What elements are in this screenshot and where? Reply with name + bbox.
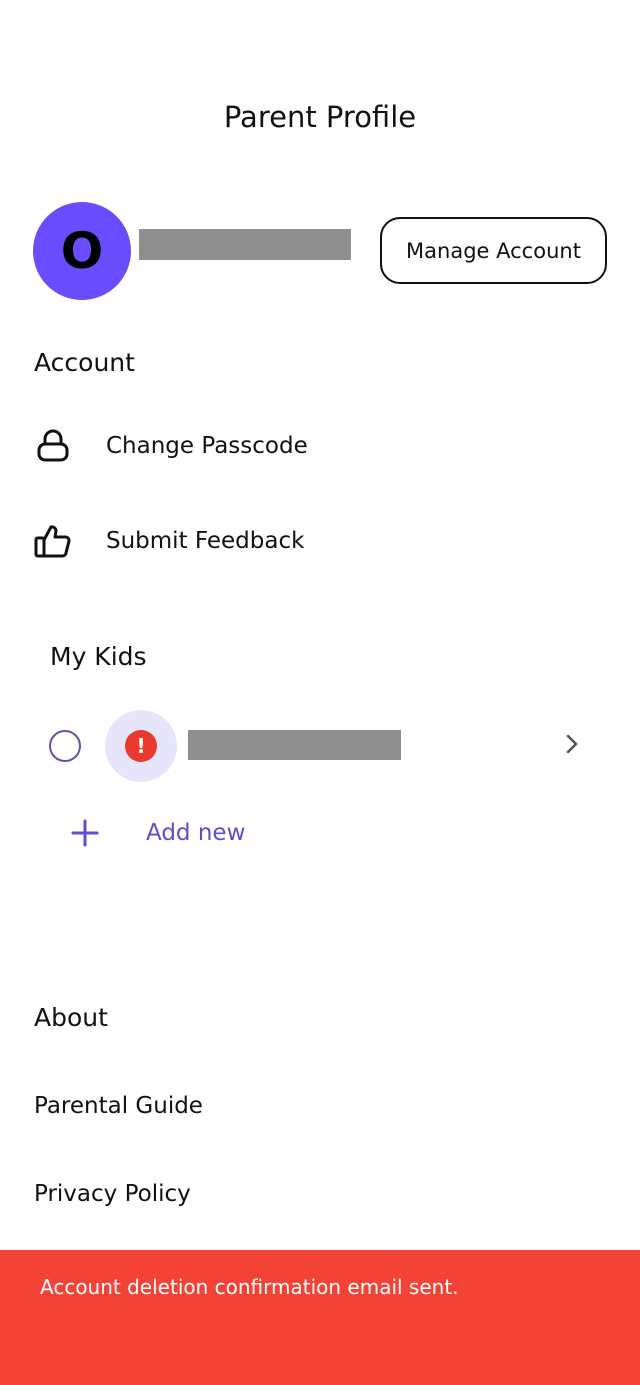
change-passcode-label: Change Passcode [106, 433, 308, 459]
alert-icon: ! [125, 730, 157, 762]
section-heading-account: Account [34, 348, 135, 377]
privacy-policy-link[interactable]: Privacy Policy [34, 1181, 191, 1207]
avatar: O [33, 202, 131, 300]
section-heading-about: About [34, 1003, 108, 1032]
avatar-initial: O [60, 222, 104, 280]
manage-account-button[interactable]: Manage Account [380, 217, 607, 284]
toast-notification: Account deletion confirmation email sent… [0, 1250, 640, 1385]
add-new-kid-button[interactable]: Add new [0, 806, 640, 862]
kid-avatar: ! [105, 710, 177, 782]
kid-list-item[interactable]: ! [0, 708, 640, 783]
lock-icon [37, 429, 69, 462]
add-new-label: Add new [146, 820, 246, 846]
parent-profile-screen: Parent Profile O Manage Account Account … [0, 0, 640, 1385]
submit-feedback-label: Submit Feedback [106, 528, 305, 554]
redacted-user-name [139, 229, 351, 260]
toast-message: Account deletion confirmation email sent… [40, 1275, 459, 1299]
redacted-kid-name [188, 730, 401, 760]
thumbs-up-icon [34, 525, 71, 558]
parental-guide-link[interactable]: Parental Guide [34, 1093, 203, 1119]
plus-icon [71, 819, 99, 847]
submit-feedback-row[interactable]: Submit Feedback [0, 511, 640, 571]
section-heading-my-kids: My Kids [50, 642, 147, 671]
chevron-right-icon[interactable] [560, 732, 584, 756]
kid-select-radio[interactable] [49, 730, 81, 762]
manage-account-label: Manage Account [406, 238, 581, 263]
change-passcode-row[interactable]: Change Passcode [0, 416, 640, 476]
page-title: Parent Profile [223, 100, 417, 134]
